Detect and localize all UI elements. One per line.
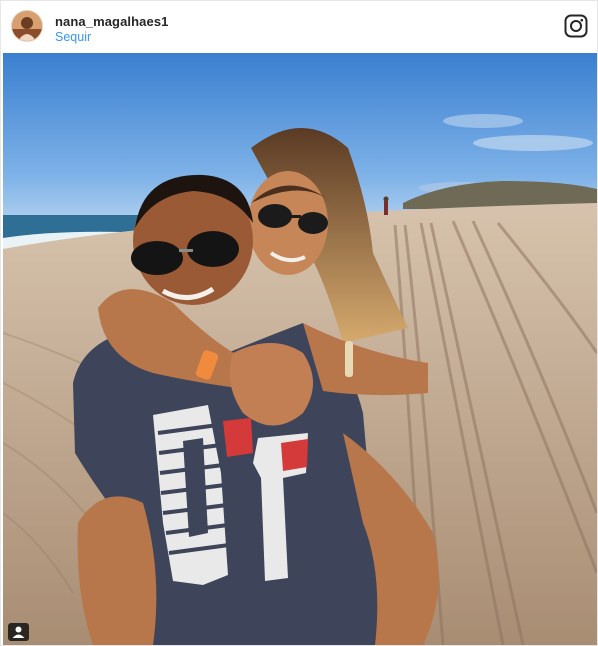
- instagram-icon[interactable]: [564, 14, 588, 38]
- user-tag-glyph: [12, 626, 25, 638]
- follow-button[interactable]: Sequir: [55, 30, 91, 44]
- avatar-image: [12, 11, 42, 41]
- user-tag-icon[interactable]: [8, 623, 29, 641]
- profile-avatar[interactable]: [12, 11, 42, 41]
- instagram-embed: nana_magalhaes1 Sequir: [0, 0, 598, 646]
- beach-photo-illustration: [3, 53, 597, 645]
- post-photo[interactable]: [3, 53, 597, 645]
- post-header: nana_magalhaes1 Sequir: [1, 1, 597, 52]
- username-link[interactable]: nana_magalhaes1: [55, 14, 169, 29]
